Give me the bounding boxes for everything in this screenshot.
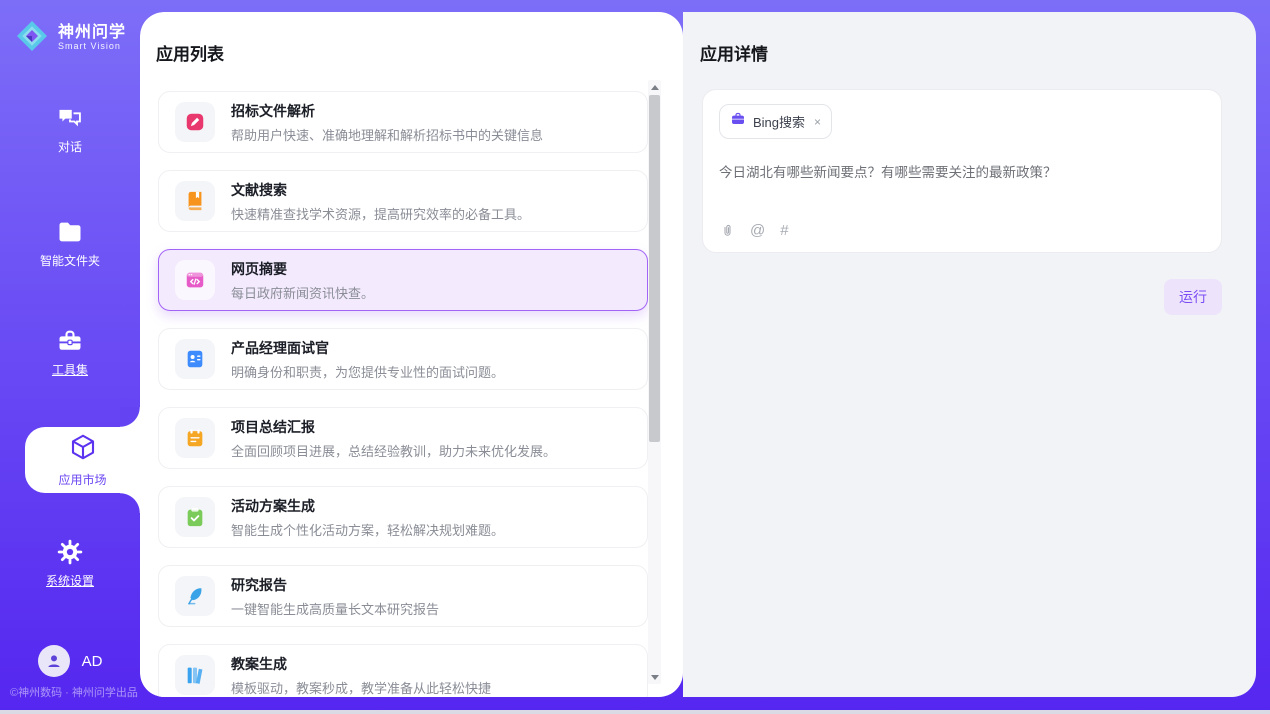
app-description: 快速精准查找学术资源，提高研究效率的必备工具。 [231, 204, 530, 223]
tag-close-icon[interactable]: × [814, 116, 821, 128]
app-description: 每日政府新闻资讯快查。 [231, 283, 374, 302]
browser-code-icon [175, 260, 215, 300]
app-list-item-2[interactable]: 网页摘要 每日政府新闻资讯快查。 [158, 249, 648, 311]
brand-subtitle: Smart Vision [58, 42, 126, 51]
sidebar-item-1[interactable]: 智能文件夹 [0, 218, 140, 269]
sidebar-item-2[interactable]: 工具集 [0, 327, 140, 378]
prompt-input[interactable]: 今日湖北有哪些新闻要点？有哪些需要关注的最新政策？ [719, 161, 1205, 181]
scroll-down-arrow[interactable] [648, 670, 661, 684]
app-list-item-6[interactable]: 研究报告 一键智能生成高质量长文本研究报告 [158, 565, 648, 627]
attachment-icon[interactable] [720, 222, 735, 239]
folder-icon [56, 218, 84, 246]
brand-name: 神州问学 [58, 25, 126, 42]
app-list-item-0[interactable]: 招标文件解析 帮助用户快速、准确地理解和解析招标书中的关键信息 [158, 91, 648, 153]
tool-tag-bing[interactable]: Bing搜索 × [719, 104, 832, 139]
list-scrollbar[interactable] [648, 80, 661, 684]
toolbox-icon [56, 327, 84, 355]
run-button[interactable]: 运行 [1164, 279, 1222, 315]
app-list-item-1[interactable]: 文献搜索 快速精准查找学术资源，提高研究效率的必备工具。 [158, 170, 648, 232]
app-list-item-5[interactable]: 活动方案生成 智能生成个性化活动方案，轻松解决规划难题。 [158, 486, 648, 548]
app-title: 网页摘要 [231, 259, 374, 279]
app-detail-title: 应用详情 [700, 40, 1256, 65]
mention-icon[interactable]: @ [750, 222, 765, 239]
app-description: 全面回顾项目进展，总结经验教训，助力未来优化发展。 [231, 441, 556, 460]
brand-logo: 神州问学 Smart Vision [0, 18, 140, 59]
user-account[interactable]: AD [0, 645, 140, 677]
app-title: 教案生成 [231, 654, 491, 674]
app-list-panel: 应用列表 招标文件解析 帮助用户快速、准确地理解和解析招标书中的关键信息 文献搜… [140, 12, 683, 697]
app-title: 项目总结汇报 [231, 417, 556, 437]
app-list-title: 应用列表 [156, 40, 683, 65]
app-list-item-3[interactable]: 产品经理面试官 明确身份和职责，为您提供专业性的面试问题。 [158, 328, 648, 390]
app-title: 产品经理面试官 [231, 338, 504, 358]
app-description: 帮助用户快速、准确地理解和解析招标书中的关键信息 [231, 125, 543, 144]
sidebar: 神州问学 Smart Vision 对话 智能文件夹 工具集 应用市场 系统设置… [0, 0, 140, 710]
input-toolbar: @ # [720, 222, 789, 239]
app-title: 活动方案生成 [231, 496, 504, 516]
resume-person-icon [175, 339, 215, 379]
quill-icon [175, 576, 215, 616]
tag-label: Bing搜索 [753, 112, 805, 131]
app-title: 研究报告 [231, 575, 439, 595]
sidebar-item-0[interactable]: 对话 [0, 104, 140, 155]
app-list-item-7[interactable]: 教案生成 模板驱动，教案秒成，教学准备从此轻松快捷 [158, 644, 648, 697]
clipboard-check-icon [175, 497, 215, 537]
scroll-up-arrow[interactable] [648, 80, 661, 94]
sidebar-item-3[interactable]: 应用市场 [25, 427, 140, 493]
edit-document-icon [175, 102, 215, 142]
app-description: 智能生成个性化活动方案，轻松解决规划难题。 [231, 520, 504, 539]
app-list-item-4[interactable]: 项目总结汇报 全面回顾项目进展，总结经验教训，助力未来优化发展。 [158, 407, 648, 469]
gear-icon [56, 538, 84, 566]
app-description: 明确身份和职责，为您提供专业性的面试问题。 [231, 362, 504, 381]
window-bottom-edge [0, 710, 1270, 714]
chat-icon [56, 104, 84, 132]
app-title: 文献搜索 [231, 180, 530, 200]
book-icon [175, 181, 215, 221]
person-icon [45, 652, 63, 670]
books-icon [175, 655, 215, 695]
prompt-card: Bing搜索 × 今日湖北有哪些新闻要点？有哪些需要关注的最新政策？ @ # [702, 89, 1222, 253]
app-detail-panel: 应用详情 Bing搜索 × 今日湖北有哪些新闻要点？有哪些需要关注的最新政策？ [683, 12, 1256, 697]
hashtag-icon[interactable]: # [780, 222, 788, 239]
app-title: 招标文件解析 [231, 101, 543, 121]
main-content: 应用列表 招标文件解析 帮助用户快速、准确地理解和解析招标书中的关键信息 文献搜… [140, 12, 1256, 697]
scrollbar-thumb[interactable] [649, 95, 660, 442]
active-nav-indicator: 应用市场 [25, 427, 140, 493]
copyright-footer: ©神州数码 · 神州问学出品 [10, 684, 138, 700]
briefcase-icon [730, 111, 746, 132]
memo-icon [175, 418, 215, 458]
cube-icon [68, 432, 98, 467]
sidebar-item-4[interactable]: 系统设置 [0, 538, 140, 589]
app-description: 模板驱动，教案秒成，教学准备从此轻松快捷 [231, 678, 491, 697]
user-name: AD [82, 653, 103, 670]
app-list: 招标文件解析 帮助用户快速、准确地理解和解析招标书中的关键信息 文献搜索 快速精… [158, 91, 648, 697]
app-description: 一键智能生成高质量长文本研究报告 [231, 599, 439, 618]
avatar [38, 645, 70, 677]
diamond-logo-icon [14, 18, 50, 59]
